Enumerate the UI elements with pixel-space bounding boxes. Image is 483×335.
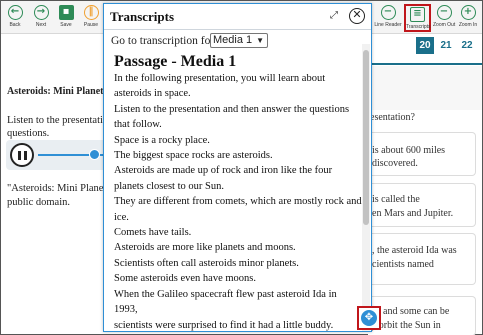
dialog-resize-button[interactable]: ✥ (357, 306, 381, 330)
transcript-line: Space is a rocky place. (114, 134, 210, 146)
line-reader-label: Line Reader (374, 22, 402, 28)
transcript-line: planets closest to our Sun. (114, 180, 224, 192)
audio-pause-button[interactable] (10, 143, 34, 167)
zoom-out-icon: − (436, 5, 452, 20)
transcripts-label: Transcripts (406, 24, 431, 30)
transcript-line: Asteroids are more like planets and moon… (114, 242, 296, 254)
transcript-line: that follow. (114, 119, 162, 131)
media-select[interactable]: Media 1 ▼ (210, 33, 268, 48)
zoom-in-icon: + (460, 5, 476, 20)
next-button[interactable]: → Next (30, 5, 52, 28)
line-reader-button[interactable]: − Line Reader (372, 5, 404, 28)
answer-option-c-line-2: cientists named (372, 259, 434, 270)
transcript-line: They are different from comets, which ar… (114, 196, 362, 208)
zoom-out-label: Zoom Out (433, 22, 456, 28)
question-tab-21[interactable]: 21 (437, 37, 455, 54)
transcript-line: The biggest space rocks are asteroids. (114, 150, 273, 162)
close-icon[interactable]: ✕ (349, 8, 365, 24)
arrow-left-icon: ← (7, 5, 23, 20)
transcript-line: When the Galileo spacecraft flew past as… (114, 288, 337, 300)
media-select-value: Media 1 (213, 34, 253, 46)
audio-progress-handle[interactable] (89, 149, 100, 160)
resize-icon: ✥ (361, 310, 377, 326)
transcript-scrollbar[interactable] (362, 44, 370, 331)
audio-player (6, 140, 116, 170)
instructions-line-1: Listen to the presentation (7, 115, 114, 126)
credit-line-1: "Asteroids: Mini Planets (7, 183, 111, 194)
transcript-line: In the following presentation, you will … (114, 73, 326, 84)
transcript-passage-title: Passage - Media 1 (114, 53, 237, 70)
question-tab-20[interactable]: 20 (416, 37, 434, 54)
transcript-line: Asteroids are made up of rock and iron l… (114, 165, 333, 177)
answer-option-d-line-1: and some can be (383, 306, 450, 317)
tab-underline (368, 63, 482, 65)
pause-icon: ‖ (83, 5, 99, 20)
zoom-out-button[interactable]: − Zoom Out (433, 5, 455, 28)
zoom-in-label: Zoom In (458, 22, 478, 28)
dialog-title: Transcripts (110, 9, 175, 24)
transcript-line: Comets have tails. (114, 227, 192, 239)
credit-line-2: public domain. (7, 197, 70, 208)
back-button[interactable]: ← Back (4, 5, 26, 28)
transcript-icon: ≡ (410, 7, 425, 22)
expand-icon[interactable]: ⤢ (330, 10, 338, 21)
goto-label: Go to transcription for: (111, 35, 218, 47)
passage-title: Asteroids: Mini Planets (7, 86, 108, 97)
line-reader-icon: − (380, 5, 396, 20)
transcript-line: asteroids in space. (114, 88, 191, 100)
pause-button[interactable]: ‖ Pause (80, 5, 102, 28)
next-label: Next (35, 22, 47, 28)
answer-option-b-line-2: en Mars and Jupiter. (372, 208, 454, 219)
chevron-down-icon: ▼ (256, 36, 264, 45)
question-tab-22[interactable]: 22 (458, 37, 476, 54)
transcript-line: Some asteroids even have moons. (114, 273, 257, 285)
answer-option-a-line-1: is about 600 miles (372, 145, 446, 156)
back-label: Back (9, 22, 21, 28)
save-icon: ▪ (58, 5, 74, 20)
dialog-header[interactable]: Transcripts ⤢ ✕ (104, 4, 371, 30)
transcript-line: scientists were surprised to find it had… (114, 319, 334, 331)
transcript-lines: In the following presentation, you will … (114, 71, 362, 331)
transcript-content: Passage - Media 1 In the following prese… (114, 52, 362, 331)
transcripts-dialog: Transcripts ⤢ ✕ Go to transcription for:… (103, 3, 372, 332)
right-panel-header-band (368, 66, 482, 110)
transcript-line: 1993, (114, 304, 138, 316)
transcript-scrollbar-thumb[interactable] (363, 50, 369, 225)
arrow-right-icon: → (33, 5, 49, 20)
question-text: esentation? (370, 112, 415, 123)
save-label: Save (60, 22, 72, 28)
answer-option-b-line-1: is called the (372, 194, 420, 205)
transcript-line: Listen to the presentation and then answ… (114, 103, 350, 115)
zoom-in-button[interactable]: + Zoom In (457, 5, 479, 28)
pause-label: Pause (83, 22, 99, 28)
transcripts-button[interactable]: ≡ Transcripts (404, 4, 431, 32)
save-button[interactable]: ▪ Save (55, 5, 77, 28)
transcript-line: Scientists often call asteroids minor pl… (114, 257, 299, 269)
answer-option-a-line-2: discovered. (372, 158, 418, 169)
answer-option-b[interactable] (368, 183, 476, 227)
transcript-line: ice. (114, 211, 129, 223)
instructions-line-2: questions. (7, 128, 50, 139)
answer-option-c-line-1: , the asteroid Ida was (372, 245, 457, 256)
